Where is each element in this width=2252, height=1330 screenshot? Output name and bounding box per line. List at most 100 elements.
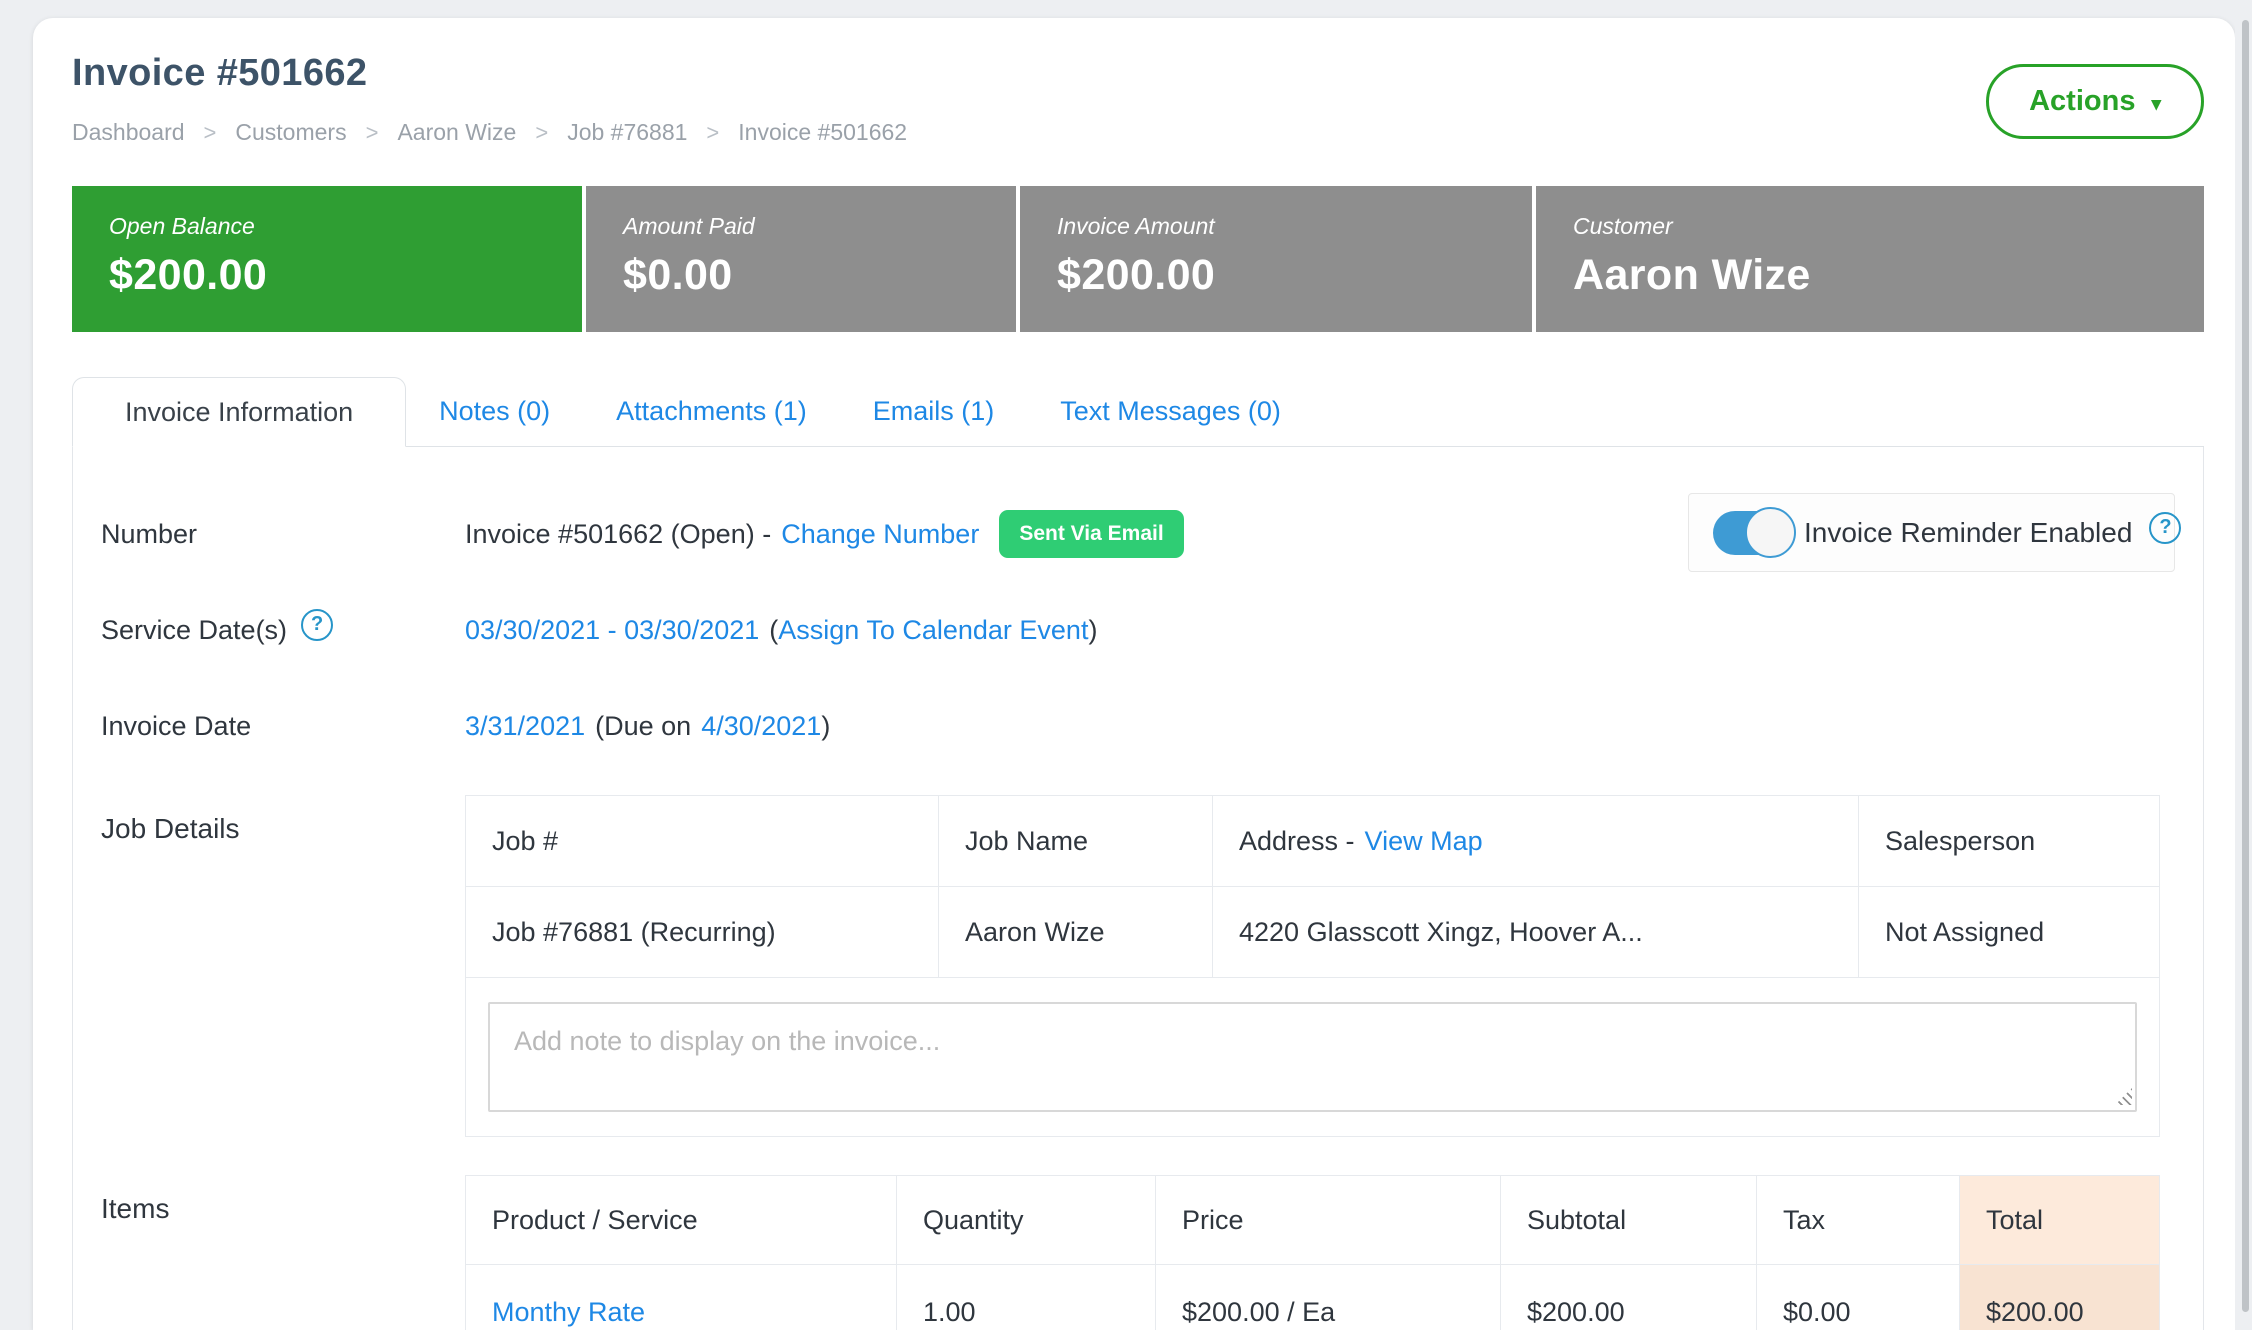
tax-cell: $0.00 [1756,1265,1959,1330]
assign-to-calendar-event-link[interactable]: Assign To Calendar Event [778,615,1088,646]
change-number-link[interactable]: Change Number [781,519,979,550]
items-table: Product / Service Quantity Price Subtota… [465,1175,2160,1330]
stat-value: $200.00 [1057,251,1532,300]
open-paren: ( [769,615,778,646]
page-header: Invoice #501662 Dashboard > Customers > … [72,52,2204,146]
scrollbar[interactable] [2235,0,2252,1330]
tab-bar: Invoice Information Notes (0) Attachment… [72,376,2204,447]
tab-text-messages[interactable]: Text Messages (0) [1027,376,1314,446]
invoice-note-input[interactable] [488,1002,2137,1112]
total-cell: $200.00 [1959,1265,2159,1330]
breadcrumb-customers[interactable]: Customers [235,119,346,146]
caret-down-icon: ▾ [2151,93,2161,116]
job-name-cell: Aaron Wize [938,887,1212,977]
tab-label: Invoice Information [125,397,353,428]
job-details-table: Job # Job Name Address - View Map Salesp… [465,795,2160,1137]
invoice-note-row [466,977,2159,1136]
breadcrumb-current-invoice: Invoice #501662 [738,119,907,146]
job-name-header: Job Name [938,796,1212,886]
sent-via-email-badge: Sent Via Email [999,510,1183,558]
stat-card-amount-paid: Amount Paid $0.00 [586,186,1016,332]
help-icon[interactable]: ? [301,609,333,641]
tab-attachments[interactable]: Attachments (1) [583,376,840,446]
stat-value: $200.00 [109,251,582,300]
items-header-row: Product / Service Quantity Price Subtota… [466,1176,2159,1264]
close-paren: ) [1088,615,1097,646]
view-map-link[interactable]: View Map [1365,826,1483,857]
tab-label: Attachments (1) [616,396,807,427]
tab-invoice-information[interactable]: Invoice Information [72,377,406,447]
stat-value: Aaron Wize [1573,251,2204,300]
toggle-knob [1745,507,1796,558]
help-icon[interactable]: ? [2149,512,2181,544]
price-header: Price [1155,1176,1500,1264]
address-cell: 4220 Glasscott Xingz, Hoover A... [1212,887,1858,977]
job-number-header: Job # [466,796,938,886]
stat-label: Customer [1573,213,2204,240]
invoice-date-link[interactable]: 3/31/2021 [465,711,585,742]
tab-label: Emails (1) [873,396,995,427]
tab-emails[interactable]: Emails (1) [840,376,1028,446]
total-header: Total [1959,1176,2159,1264]
scrollbar-thumb[interactable] [2242,20,2249,1312]
page-title: Invoice #501662 [72,52,907,95]
subtotal-header: Subtotal [1500,1176,1756,1264]
stat-label: Invoice Amount [1057,213,1532,240]
service-dates-label: Service Date(s) [101,615,287,646]
breadcrumb-job[interactable]: Job #76881 [567,119,687,146]
product-cell: Monthy Rate [466,1265,896,1330]
actions-button[interactable]: Actions ▾ [1986,64,2204,139]
summary-cards: Open Balance $200.00 Amount Paid $0.00 I… [72,186,2204,332]
breadcrumb-separator-icon: > [204,120,217,146]
job-details-header-row: Job # Job Name Address - View Map Salesp… [466,796,2159,886]
breadcrumb-separator-icon: > [706,120,719,146]
tax-header: Tax [1756,1176,1959,1264]
stat-card-customer: Customer Aaron Wize [1536,186,2204,332]
invoice-date-row: Invoice Date 3/31/2021 (Due on 4/30/2021… [101,697,2175,755]
salesperson-cell: Not Assigned [1858,887,2159,977]
quantity-cell: 1.00 [896,1265,1155,1330]
tab-notes[interactable]: Notes (0) [406,376,583,446]
stat-label: Open Balance [109,213,582,240]
stat-card-invoice-amount: Invoice Amount $200.00 [1020,186,1532,332]
service-dates-row: Service Date(s) ? 03/30/2021 - 03/30/202… [101,601,2175,659]
job-details-label: Job Details [101,795,465,845]
items-section: Items Product / Service Quantity Price S… [101,1175,2175,1330]
actions-button-label: Actions [2029,85,2135,118]
close-paren: ) [821,711,830,742]
invoice-reminder-toggle[interactable] [1713,511,1787,555]
stat-value: $0.00 [623,251,1016,300]
invoice-information-panel: Invoice Reminder Enabled ? Number Invoic… [72,447,2204,1330]
product-link[interactable]: Monthy Rate [492,1297,645,1328]
number-label: Number [101,519,465,550]
stat-label: Amount Paid [623,213,1016,240]
address-header-text: Address - [1239,826,1355,857]
tab-label: Text Messages (0) [1060,396,1281,427]
job-details-data-row: Job #76881 (Recurring) Aaron Wize 4220 G… [466,886,2159,977]
due-on-text: (Due on [595,711,691,742]
invoice-reminder-label: Invoice Reminder Enabled [1804,517,2132,549]
items-label: Items [101,1175,465,1225]
item-row: Monthy Rate 1.00 $200.00 / Ea $200.00 $0… [466,1264,2159,1330]
tab-label: Notes (0) [439,396,550,427]
quantity-header: Quantity [896,1176,1155,1264]
job-number-cell: Job #76881 (Recurring) [466,887,938,977]
stat-card-open-balance: Open Balance $200.00 [72,186,582,332]
subtotal-cell: $200.00 [1500,1265,1756,1330]
address-header: Address - View Map [1212,796,1858,886]
invoice-reminder-box: Invoice Reminder Enabled ? [1688,493,2175,572]
invoice-date-label: Invoice Date [101,711,465,742]
service-dates-link[interactable]: 03/30/2021 - 03/30/2021 [465,615,759,646]
salesperson-header: Salesperson [1858,796,2159,886]
due-date-link[interactable]: 4/30/2021 [701,711,821,742]
breadcrumb-separator-icon: > [366,120,379,146]
breadcrumb-customer-name[interactable]: Aaron Wize [397,119,516,146]
price-cell: $200.00 / Ea [1155,1265,1500,1330]
breadcrumb-separator-icon: > [535,120,548,146]
invoice-page-card: Invoice #501662 Dashboard > Customers > … [33,18,2235,1330]
job-details-section: Job Details Job # Job Name Address - Vie… [101,795,2175,1137]
breadcrumb-dashboard[interactable]: Dashboard [72,119,185,146]
invoice-number-status: Invoice #501662 (Open) - [465,519,771,550]
breadcrumb: Dashboard > Customers > Aaron Wize > Job… [72,119,907,146]
product-service-header: Product / Service [466,1176,896,1264]
